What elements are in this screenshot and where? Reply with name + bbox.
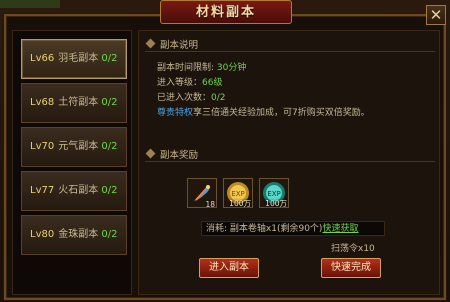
dungeon-item-earth-talisman[interactable]: Lv68 土符副本 0/2: [21, 83, 127, 123]
reward-section-title: 副本奖励: [160, 150, 199, 161]
dungeon-item-gold-pearl[interactable]: Lv80 金珠副本 0/2: [21, 215, 127, 255]
dungeon-item-vitality[interactable]: Lv70 元气副本 0/2: [21, 127, 127, 167]
time-limit-label: 副本时间限制:: [157, 63, 217, 73]
diamond-icon: [145, 38, 156, 49]
time-limit-value: 30分钟: [216, 63, 247, 73]
reward-slot-exp-gold[interactable]: EXP 100万: [223, 178, 253, 208]
info-section-title: 副本说明: [160, 40, 199, 51]
reward-slot-feather[interactable]: 18: [187, 178, 217, 209]
dungeon-name: 金珠副本: [58, 229, 99, 240]
window-title-bar: 材料副本: [160, 0, 292, 24]
privilege-text: 享三倍通关经验加成，可7折购买双倍奖励。: [193, 108, 370, 118]
entry-level-value: 66级: [202, 78, 223, 88]
dungeon-level: Lv80: [30, 229, 55, 240]
dungeon-item-firestone[interactable]: Lv77 火石副本 0/2: [21, 171, 127, 211]
dungeon-name: 火石副本: [58, 185, 99, 196]
reward-section-header: 副本奖励: [145, 147, 435, 162]
entered-count-label: 已进入次数：: [157, 93, 212, 103]
close-icon: ✕: [429, 6, 443, 24]
dungeon-count: 0/2: [101, 229, 118, 240]
svg-text:EXP: EXP: [231, 190, 244, 198]
sweep-token-count: 扫荡令x10: [331, 244, 375, 254]
privilege-link[interactable]: 尊贵特权: [157, 108, 193, 118]
top-strip-decoration: [0, 0, 60, 8]
entry-level-row: 进入等级：66级: [157, 75, 222, 88]
entry-level-label: 进入等级：: [157, 78, 203, 88]
window-title: 材料副本: [195, 5, 256, 20]
dungeon-name: 土符副本: [58, 97, 99, 108]
entered-count-row: 已进入次数：0/2: [157, 90, 226, 103]
cost-item: 副本卷轴x1: [229, 224, 277, 234]
dungeon-window: 材料副本 ✕ Lv66 羽毛副本 0/2 Lv68 土符副本 0/2 Lv70 元气副…: [0, 0, 450, 302]
time-limit-row: 副本时间限制: 30分钟: [157, 60, 246, 73]
cost-remaining: (剩余90个): [276, 224, 323, 234]
dungeon-count: 0/2: [101, 141, 118, 152]
dungeon-detail-panel: 副本说明 副本时间限制: 30分钟 进入等级：66级 已进入次数：0/2 尊贵特…: [138, 30, 440, 295]
reward-qty: 100万: [265, 199, 287, 208]
reward-qty: 100万: [229, 199, 251, 208]
dungeon-list: Lv66 羽毛副本 0/2 Lv68 土符副本 0/2 Lv70 元气副本 0/2 L…: [12, 30, 132, 295]
dungeon-level: Lv70: [30, 141, 55, 152]
dungeon-name: 元气副本: [58, 141, 99, 152]
info-section-header: 副本说明: [145, 37, 435, 52]
dungeon-count: 0/2: [101, 97, 118, 108]
close-button[interactable]: ✕: [426, 5, 446, 25]
dungeon-level: Lv77: [30, 185, 55, 196]
quick-get-link[interactable]: 快速获取: [322, 224, 358, 234]
cost-label: 消耗:: [206, 224, 230, 234]
entered-count-value: 0/2: [211, 93, 226, 103]
privilege-row: 尊贵特权享三倍通关经验加成，可7折购买双倍奖励。: [157, 105, 370, 118]
cost-bar: 消耗: 副本卷轴x1(剩余90个)快速获取: [201, 221, 385, 236]
dungeon-count: 0/2: [101, 53, 118, 64]
svg-text:EXP: EXP: [267, 190, 280, 198]
dungeon-level: Lv68: [30, 97, 55, 108]
dungeon-item-feather[interactable]: Lv66 羽毛副本 0/2: [21, 39, 127, 79]
reward-slot-exp-teal[interactable]: EXP 100万: [259, 178, 289, 208]
dungeon-name: 羽毛副本: [58, 53, 99, 64]
dungeon-count: 0/2: [101, 185, 118, 196]
reward-qty: 18: [205, 200, 215, 209]
diamond-icon: [145, 148, 156, 159]
enter-dungeon-button[interactable]: 进入副本: [199, 258, 259, 278]
dungeon-level: Lv66: [30, 53, 55, 64]
quick-complete-button[interactable]: 快速完成: [321, 258, 381, 278]
